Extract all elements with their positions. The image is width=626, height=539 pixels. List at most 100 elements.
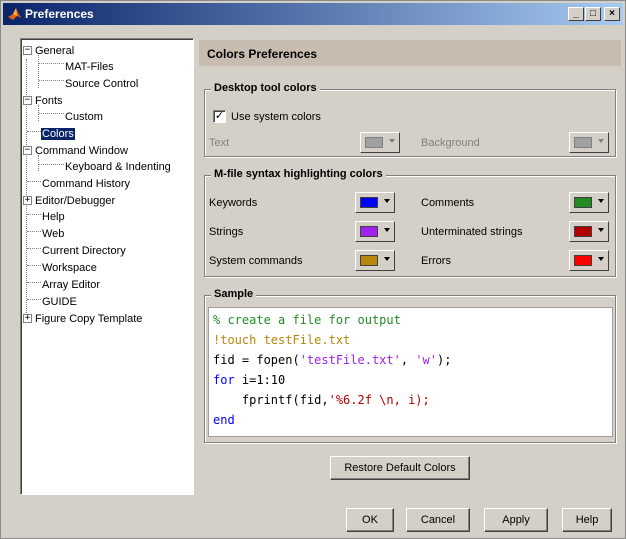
sample-system-line: !touch testFile.txt: [213, 333, 351, 347]
ok-button[interactable]: OK: [346, 508, 394, 532]
tree-item-label: Figure Copy Template: [35, 313, 143, 325]
tree-item-figure-copy-template[interactable]: + Figure Copy Template: [23, 311, 143, 327]
tree-item-editor-debugger[interactable]: + Editor/Debugger: [23, 193, 116, 209]
dropdown-arrow-icon: [598, 199, 604, 203]
tree-item-general[interactable]: − General: [23, 43, 75, 59]
dropdown-arrow-icon: [598, 139, 604, 143]
keywords-color-button[interactable]: [355, 192, 395, 213]
tree-item-command-window[interactable]: − Command Window: [23, 143, 129, 159]
minimize-button[interactable]: _: [568, 7, 584, 21]
tree-connector: [38, 55, 39, 88]
tree-item-colors[interactable]: Colors: [41, 126, 75, 142]
preferences-window: Preferences _ □ × − General MAT-Files So…: [0, 0, 626, 539]
keywords-label: Keywords: [209, 197, 258, 209]
system-commands-label: System commands: [209, 255, 303, 267]
system-commands-color-button[interactable]: [355, 250, 395, 271]
tree-connector: [27, 282, 41, 283]
use-system-colors-label: Use system colors: [231, 111, 321, 123]
tree-item-label: Command History: [42, 178, 131, 190]
tree-connector: [39, 164, 64, 165]
tree-item-label: Web: [42, 228, 65, 240]
tree-item-label: MAT-Files: [65, 61, 114, 73]
sample-code-area: % create a file for output !touch testFi…: [208, 307, 613, 437]
tree-item-workspace[interactable]: Workspace: [41, 260, 98, 276]
tree-item-label: Array Editor: [42, 279, 101, 291]
sample-fprintf-line: fprintf(fid,'%6.2f \n, i);: [213, 393, 430, 407]
tree-connector: [27, 299, 41, 300]
group-title: M-file syntax highlighting colors: [211, 168, 386, 180]
text-color-label: Text: [209, 137, 230, 149]
cancel-button[interactable]: Cancel: [406, 508, 470, 532]
sample-for-line: for i=1:10: [213, 373, 285, 387]
errors-color-button[interactable]: [569, 250, 609, 271]
tree-item-label: Colors: [41, 128, 75, 140]
apply-button[interactable]: Apply: [484, 508, 548, 532]
unterminated-strings-label: Unterminated strings: [421, 226, 523, 238]
unterminated-strings-color-button[interactable]: [569, 221, 609, 242]
tree-item-label: Fonts: [35, 95, 63, 107]
tree-item-label: General: [35, 45, 75, 57]
tree-item-source-control[interactable]: Source Control: [64, 76, 139, 92]
tree-item-keyboard-indenting[interactable]: Keyboard & Indenting: [64, 159, 172, 175]
tree-connector: [39, 113, 64, 114]
collapse-icon[interactable]: −: [23, 46, 32, 55]
code-token: fprintf(fid,: [213, 393, 329, 407]
tree-connector: [27, 231, 41, 232]
window-title: Preferences: [25, 7, 94, 21]
background-color-button[interactable]: [569, 132, 609, 153]
tree-connector: [27, 131, 41, 132]
strings-color-button[interactable]: [355, 221, 395, 242]
background-color-label: Background: [421, 137, 480, 149]
tree-item-current-directory[interactable]: Current Directory: [41, 243, 127, 259]
restore-default-colors-button[interactable]: Restore Default Colors: [330, 456, 470, 480]
tree-connector: [27, 248, 41, 249]
tree-item-custom[interactable]: Custom: [64, 109, 104, 125]
tree-item-guide[interactable]: GUIDE: [41, 294, 78, 310]
text-color-button[interactable]: [360, 132, 400, 153]
tree-connector: [27, 265, 41, 266]
dropdown-arrow-icon: [598, 228, 604, 232]
help-button[interactable]: Help: [562, 508, 612, 532]
tree-item-web[interactable]: Web: [41, 226, 65, 242]
syntax-colors-group: M-file syntax highlighting colors Keywor…: [204, 168, 616, 277]
title-bar[interactable]: Preferences _ □ ×: [3, 3, 623, 25]
preferences-tree[interactable]: − General MAT-Files Source Control − Fon…: [20, 38, 194, 495]
collapse-icon[interactable]: −: [23, 146, 32, 155]
expand-icon[interactable]: +: [23, 314, 32, 323]
dropdown-arrow-icon: [598, 257, 604, 261]
tree-item-array-editor[interactable]: Array Editor: [41, 277, 101, 293]
code-token: ,: [400, 353, 416, 367]
collapse-icon[interactable]: −: [23, 96, 32, 105]
comments-label: Comments: [421, 197, 475, 209]
code-string-token: 'testFile.txt': [299, 353, 401, 367]
color-swatch: [365, 137, 383, 148]
color-swatch: [574, 255, 592, 266]
strings-label: Strings: [209, 226, 244, 238]
use-system-colors-checkbox[interactable]: ✓: [213, 110, 226, 123]
tree-item-command-history[interactable]: Command History: [41, 176, 131, 192]
code-string-token: 'w': [415, 353, 437, 367]
dropdown-arrow-icon: [384, 228, 390, 232]
sample-comment-line: % create a file for output: [213, 313, 401, 327]
tree-connector: [39, 63, 64, 64]
group-title: Desktop tool colors: [211, 82, 320, 94]
sample-fopen-line: fid = fopen('testFile.txt', 'w');: [213, 353, 451, 367]
tree-item-label: Command Window: [35, 145, 128, 157]
close-button[interactable]: ×: [604, 7, 620, 21]
maximize-button[interactable]: □: [585, 7, 601, 21]
color-swatch: [574, 137, 592, 148]
tree-item-fonts[interactable]: − Fonts: [23, 93, 64, 109]
color-swatch: [574, 197, 592, 208]
color-swatch: [360, 197, 378, 208]
expand-icon[interactable]: +: [23, 196, 32, 205]
color-swatch: [574, 226, 592, 237]
tree-item-label: Help: [42, 211, 65, 223]
matlab-logo-icon: [8, 8, 22, 20]
dropdown-arrow-icon: [384, 257, 390, 261]
tree-item-label: Keyboard & Indenting: [65, 161, 171, 173]
code-keyword-token: for: [213, 373, 235, 387]
comments-color-button[interactable]: [569, 192, 609, 213]
tree-item-mat-files[interactable]: MAT-Files: [64, 59, 115, 75]
tree-item-help[interactable]: Help: [41, 209, 66, 225]
code-token: fid = fopen(: [213, 353, 300, 367]
